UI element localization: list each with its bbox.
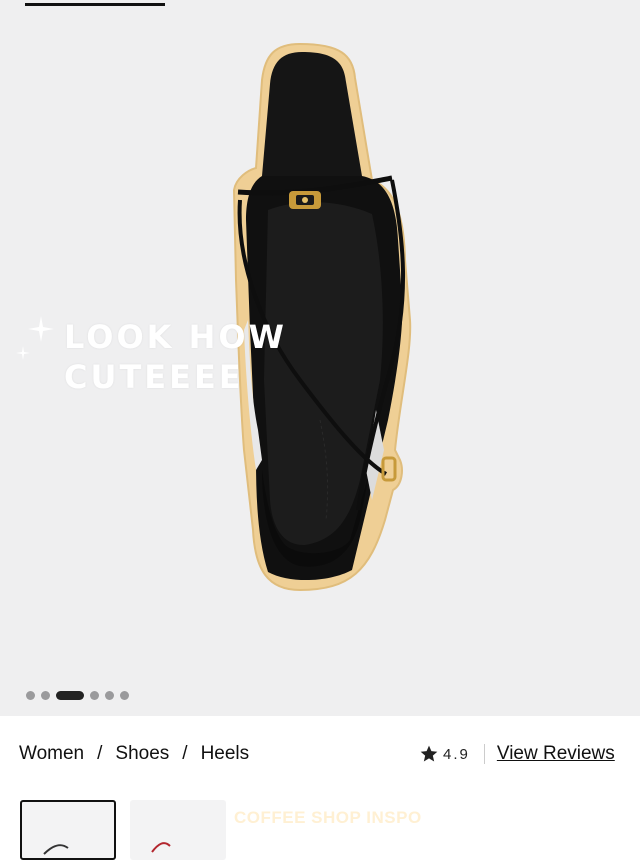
carousel-dot[interactable] <box>105 691 114 700</box>
product-rating: 4.9 View Reviews <box>419 743 615 765</box>
thumbnail-shoe-image <box>151 842 171 853</box>
carousel-dot-active[interactable] <box>56 691 84 700</box>
carousel-dot[interactable] <box>120 691 129 700</box>
carousel-dot[interactable] <box>41 691 50 700</box>
thumbnail[interactable] <box>130 800 226 860</box>
breadcrumb: Women / Shoes / Heels <box>19 743 249 765</box>
small-sparkle-icon <box>16 346 30 360</box>
sparkle-icon <box>28 316 54 342</box>
view-reviews-link[interactable]: View Reviews <box>497 743 615 765</box>
breadcrumb-heels[interactable]: Heels <box>201 743 250 765</box>
sticker-text-line1: LOOK HOW <box>64 318 287 356</box>
carousel-dot[interactable] <box>26 691 35 700</box>
rating-divider <box>483 744 485 764</box>
breadcrumb-women[interactable]: Women <box>19 743 84 765</box>
rating-value: 4.9 <box>443 745 470 763</box>
product-image-carousel[interactable]: LOOK HOW CUTEEEE <box>0 0 640 716</box>
thumbnail-selected[interactable] <box>20 800 116 860</box>
watermark-text: COFFEE SHOP INSPO <box>234 808 422 827</box>
breadcrumb-separator: / <box>182 743 188 764</box>
carousel-dot[interactable] <box>90 691 99 700</box>
star-icon <box>420 745 438 762</box>
thumbnail-shoe-image <box>43 844 69 855</box>
breadcrumb-separator: / <box>97 743 103 764</box>
carousel-pagination <box>26 691 129 700</box>
breadcrumb-shoes[interactable]: Shoes <box>115 743 169 765</box>
sticker-text-line2: CUTEEEE <box>64 358 244 396</box>
